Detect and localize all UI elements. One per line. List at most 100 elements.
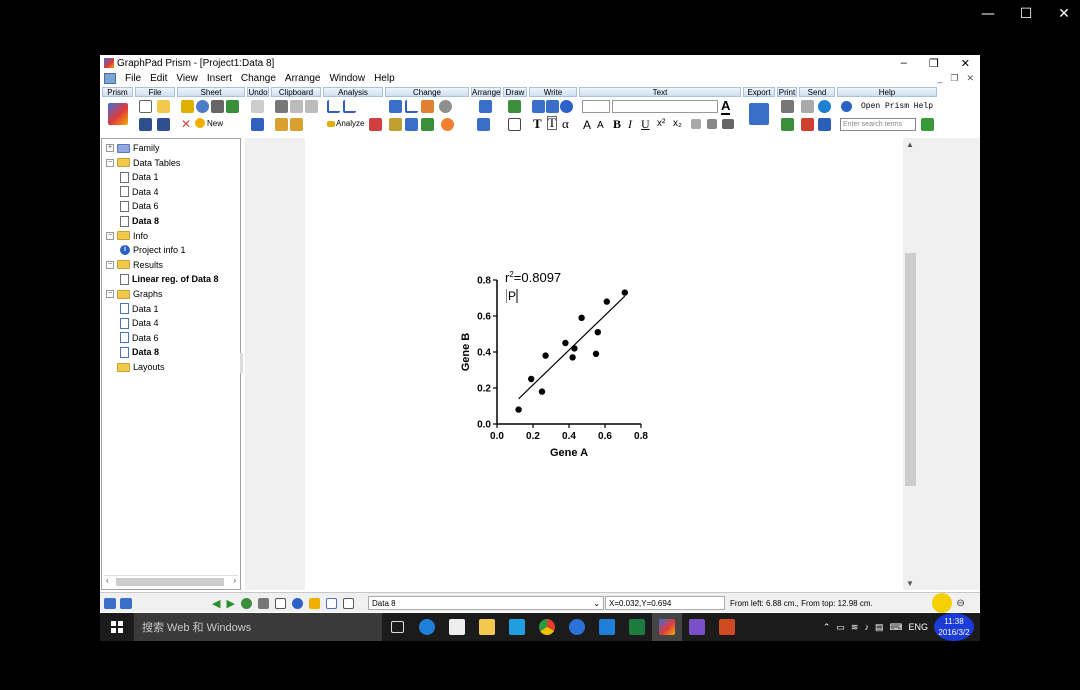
new-file-icon[interactable] bbox=[139, 100, 152, 113]
copy-icon[interactable] bbox=[290, 100, 303, 113]
task-view-icon[interactable] bbox=[382, 613, 412, 641]
outer-maximize-button[interactable]: ☐ bbox=[1018, 6, 1034, 22]
cut-icon[interactable] bbox=[275, 100, 288, 113]
redo-icon[interactable] bbox=[251, 100, 264, 113]
graph-canvas[interactable]: 0.0 0.2 0.4 0.6 0.8 0.0 0.2 0.4 0.6 0.8 Gene A Gene… bbox=[305, 138, 903, 590]
tree-item-graphs[interactable]: − Graphs bbox=[106, 287, 163, 301]
regression-icon[interactable] bbox=[421, 118, 434, 131]
scatter-chart[interactable]: 0.0 0.2 0.4 0.6 0.8 0.0 0.2 0.4 0.6 0.8 Gene A Gene… bbox=[305, 138, 903, 590]
data-view-icon[interactable] bbox=[274, 597, 286, 609]
panel-splitter[interactable] bbox=[240, 353, 243, 373]
indent-icon[interactable] bbox=[707, 119, 717, 129]
save-as-icon[interactable] bbox=[157, 118, 170, 131]
grow-font-button[interactable]: A bbox=[583, 118, 591, 132]
tree-item-data-8[interactable]: Data 8 bbox=[120, 345, 159, 359]
data-point[interactable] bbox=[594, 329, 601, 336]
r-squared-annotation[interactable]: r2=0.8097 bbox=[505, 270, 561, 285]
taskbar-search-input[interactable]: 搜索 Web 和 Windows bbox=[134, 613, 382, 641]
menu-change[interactable]: Change bbox=[241, 73, 276, 84]
info-view-icon[interactable] bbox=[291, 597, 303, 609]
layout-view-icon[interactable] bbox=[342, 597, 354, 609]
chrome-icon[interactable] bbox=[532, 613, 562, 641]
visual-studio-icon[interactable] bbox=[682, 613, 712, 641]
pin-icon[interactable] bbox=[226, 100, 239, 113]
clock[interactable]: 11:38 2016/3/2 bbox=[934, 613, 974, 641]
kugou-icon[interactable] bbox=[562, 613, 592, 641]
open-file-icon[interactable] bbox=[157, 100, 170, 113]
expand-toggle-icon[interactable]: − bbox=[106, 290, 114, 298]
sheet-selector[interactable]: Data 8 ⌄ bbox=[368, 596, 604, 610]
menu-insert[interactable]: Insert bbox=[207, 73, 232, 84]
export-icon[interactable] bbox=[749, 103, 769, 125]
store-icon[interactable] bbox=[442, 613, 472, 641]
tree-item-results[interactable]: − Results bbox=[106, 258, 163, 272]
data-point[interactable] bbox=[603, 298, 610, 305]
format-graph-icon[interactable] bbox=[389, 100, 402, 113]
excel-icon[interactable] bbox=[622, 613, 652, 641]
align-icon[interactable] bbox=[477, 118, 490, 131]
notification-icon[interactable]: ▤ bbox=[875, 622, 884, 633]
expand-toggle-icon[interactable]: − bbox=[106, 260, 114, 269]
graph-view-icon[interactable] bbox=[325, 597, 337, 609]
menu-help[interactable]: Help bbox=[374, 73, 395, 84]
tree-item-data-4[interactable]: Data 4 bbox=[120, 316, 159, 330]
wand-icon[interactable] bbox=[211, 100, 224, 113]
minimize-button[interactable]: – bbox=[901, 57, 907, 70]
expand-toggle-icon[interactable]: − bbox=[106, 231, 114, 240]
next-sheet-icon[interactable]: ▶ bbox=[226, 597, 234, 610]
save-icon[interactable] bbox=[139, 118, 152, 131]
navigator-hscrollbar[interactable]: ‹ › bbox=[104, 575, 238, 587]
data-point[interactable] bbox=[515, 406, 522, 413]
equation-icon[interactable] bbox=[532, 100, 545, 113]
sheet-list-icon[interactable] bbox=[104, 597, 116, 609]
sticky-notes-icon[interactable] bbox=[592, 613, 622, 641]
close-button[interactable]: ✕ bbox=[961, 57, 970, 70]
help-search-input[interactable]: Enter search terms bbox=[840, 118, 916, 131]
magic-icon[interactable] bbox=[389, 118, 402, 131]
word-icon[interactable] bbox=[818, 118, 831, 131]
tree-item-project-info-1[interactable]: i Project info 1 bbox=[120, 243, 186, 257]
text-box-button[interactable]: T bbox=[547, 116, 557, 130]
zoom-out-icon[interactable]: ⊖ bbox=[956, 598, 964, 609]
data-point[interactable] bbox=[542, 352, 549, 359]
input-language[interactable]: ENG bbox=[908, 622, 928, 632]
link-icon[interactable] bbox=[257, 597, 269, 609]
format-axes-icon[interactable] bbox=[405, 100, 418, 113]
align-text-icon[interactable] bbox=[722, 119, 734, 129]
menu-window[interactable]: Window bbox=[329, 73, 365, 84]
powerpoint-icon[interactable] bbox=[801, 118, 814, 131]
info-text-icon[interactable] bbox=[560, 100, 573, 113]
paste-icon[interactable] bbox=[275, 118, 288, 131]
new-sheet-icon[interactable] bbox=[195, 118, 205, 128]
x-axis-title[interactable]: Gene A bbox=[550, 447, 588, 459]
media-icon[interactable] bbox=[502, 613, 532, 641]
data-table-icon[interactable] bbox=[405, 118, 418, 131]
tree-item-info[interactable]: − Info bbox=[106, 229, 148, 243]
data-point[interactable] bbox=[578, 314, 585, 321]
scroll-right-icon[interactable]: › bbox=[233, 576, 236, 585]
underline-button[interactable]: U bbox=[641, 117, 650, 132]
tree-item-linear-reg-of-data-8[interactable]: Linear reg. of Data 8 bbox=[120, 272, 219, 286]
keyboard-icon[interactable]: ⌨ bbox=[889, 622, 902, 633]
network-icon[interactable] bbox=[196, 100, 209, 113]
open-prism-help-link[interactable]: Open Prism Help bbox=[861, 102, 933, 111]
menu-file[interactable]: File bbox=[125, 73, 141, 84]
analyze-icon[interactable] bbox=[327, 121, 335, 127]
data-point[interactable] bbox=[569, 354, 576, 361]
print-icon[interactable] bbox=[781, 100, 794, 113]
bring-front-icon[interactable] bbox=[479, 100, 492, 113]
scroll-up-icon[interactable]: ▲ bbox=[906, 140, 914, 149]
globe-icon[interactable] bbox=[818, 100, 831, 113]
mdi-restore-button[interactable]: ❐ bbox=[950, 73, 958, 84]
shrink-font-button[interactable]: A bbox=[597, 120, 604, 131]
xy-analysis-icon[interactable] bbox=[327, 100, 340, 113]
p-value-text[interactable]: P bbox=[508, 289, 516, 303]
wifi-icon[interactable]: ≋ bbox=[851, 622, 859, 633]
tree-item-data-tables[interactable]: − Data Tables bbox=[106, 156, 180, 170]
tree-item-data-8[interactable]: Data 8 bbox=[120, 214, 159, 228]
edge-icon[interactable] bbox=[412, 613, 442, 641]
font-family-select[interactable] bbox=[612, 100, 718, 113]
italic-button[interactable]: I bbox=[628, 117, 632, 132]
undo-icon[interactable] bbox=[251, 118, 264, 131]
data-point[interactable] bbox=[528, 375, 535, 383]
